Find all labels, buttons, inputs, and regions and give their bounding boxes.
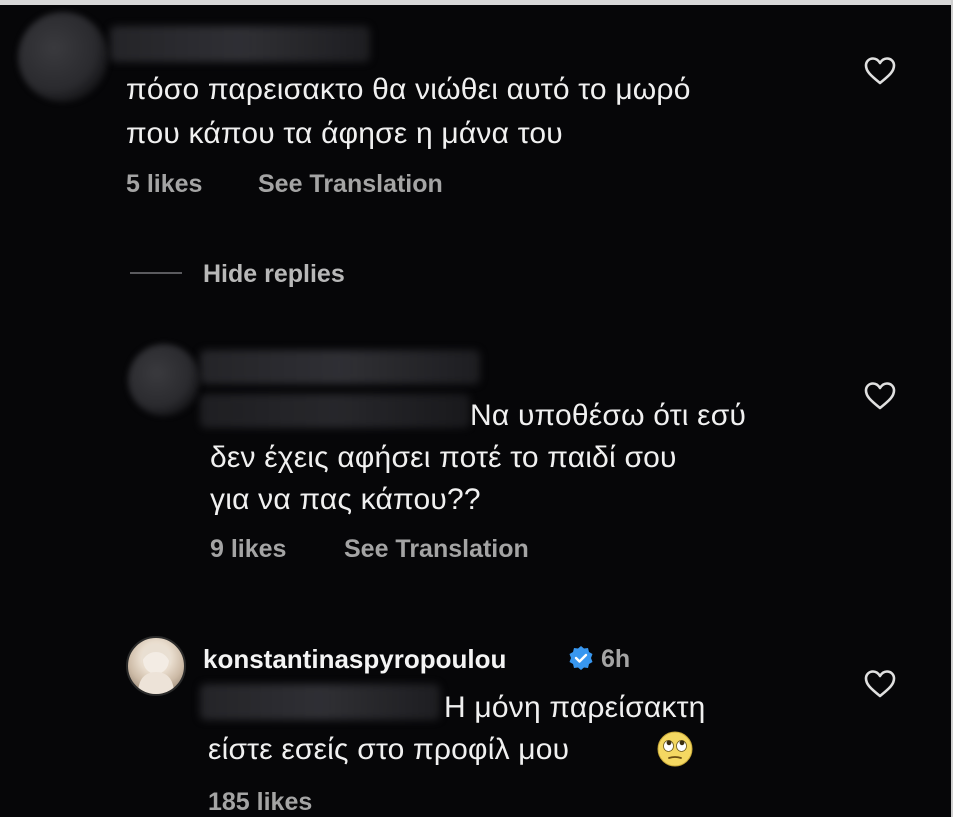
commenter-username-blurred[interactable] — [110, 26, 370, 62]
creator-username[interactable]: konstantinaspyropoulou — [203, 644, 506, 675]
reply-mention-blurred[interactable] — [200, 684, 440, 720]
comment-likes[interactable]: 5 likes — [126, 170, 202, 199]
hide-replies-button[interactable]: Hide replies — [203, 260, 345, 289]
comment-text: πόσο παρεισακτο θα νιώθει αυτό το μωρό π… — [126, 68, 691, 156]
reply-username-blurred[interactable] — [200, 350, 480, 384]
reply-text-line: είστε εσείς στο προφίλ μου — [208, 733, 570, 766]
reply-mention-blurred[interactable] — [200, 394, 470, 428]
reply-avatar-blurred[interactable] — [128, 344, 200, 416]
frame-top-edge — [0, 0, 953, 5]
reply-likes[interactable]: 185 likes — [208, 788, 312, 817]
reply-likes[interactable]: 9 likes — [210, 535, 286, 564]
see-translation-link[interactable]: See Translation — [344, 535, 529, 564]
heart-icon[interactable] — [864, 56, 896, 86]
verified-badge-icon — [568, 645, 594, 671]
reply-text-line: δεν έχεις αφήσει ποτέ το παιδί σου — [210, 441, 677, 474]
comment-text-line: πόσο παρεισακτο θα νιώθει αυτό το μωρό — [126, 73, 691, 106]
creator-avatar[interactable] — [126, 636, 186, 696]
heart-icon[interactable] — [864, 669, 896, 699]
reply-text-line: για να πας κάπου?? — [210, 483, 481, 516]
face-with-rolling-eyes-emoji — [656, 730, 694, 768]
see-translation-link[interactable]: See Translation — [258, 170, 443, 199]
replies-divider-line — [130, 272, 182, 274]
heart-icon[interactable] — [864, 381, 896, 411]
comment-text-line: που κάπου τα άφησε η μάνα του — [126, 117, 563, 150]
reply-text-line: Η μόνη παρείσακτη — [444, 691, 706, 724]
commenter-avatar-blurred[interactable] — [18, 12, 108, 102]
comment-timestamp: 6h — [601, 645, 631, 673]
reply-text-line: Να υποθέσω ότι εσύ — [470, 399, 747, 432]
